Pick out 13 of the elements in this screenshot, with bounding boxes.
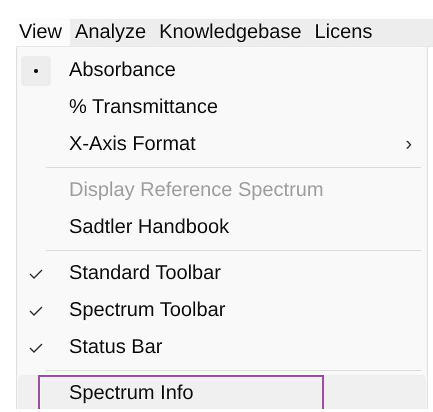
menu-item[interactable]: Status Bar [69,336,162,359]
menu-item[interactable]: Standard Toolbar [69,262,221,285]
menu-item[interactable]: Spectrum Toolbar [69,299,226,322]
menu-bar-item[interactable]: Knowledgebase [156,19,310,46]
menu-item[interactable]: Spectrum Info [69,382,194,405]
submenu-arrow: › [405,133,412,156]
menu-bar-item[interactable]: Analyze [72,19,154,46]
menu-item[interactable]: Sadtler Handbook [69,216,230,239]
menu-bar-item[interactable]: Licens [312,19,380,46]
menu-item[interactable]: X-Axis Format [69,133,196,156]
menu-item[interactable]: % Transmittance [69,96,218,119]
menu-item[interactable]: Absorbance [69,59,176,82]
menu-bar-item[interactable]: View [16,19,70,46]
